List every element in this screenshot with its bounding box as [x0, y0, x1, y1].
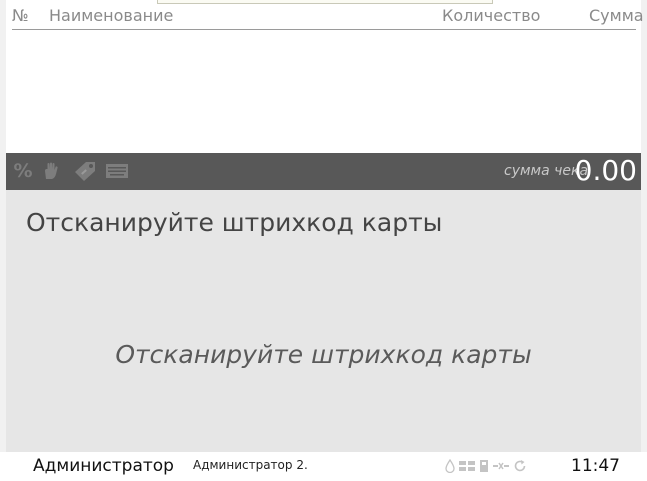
disconnected-icon — [492, 460, 510, 472]
status-bar: Администратор Администратор 2. 11:47 — [0, 452, 647, 481]
keyboard-icon[interactable] — [105, 160, 129, 182]
column-sum[interactable]: Сумма — [589, 6, 644, 25]
popup-edge — [157, 0, 493, 4]
current-user: Администратор — [33, 456, 174, 476]
scan-card-panel: Отсканируйте штрихкод карты Отсканируйте… — [6, 190, 641, 452]
receipt-total-value: 0.00 — [574, 154, 637, 187]
panel-title: Отсканируйте штрихкод карты — [26, 208, 443, 237]
clock: 11:47 — [571, 456, 620, 476]
items-table-header: № Наименование Количество Сумма — [12, 5, 644, 30]
receipt-toolbar: % сумма чека 0.00 — [6, 153, 641, 190]
column-quantity[interactable]: Количество — [442, 6, 540, 25]
frame-right — [641, 0, 647, 452]
pos-window: № Наименование Количество Сумма % сумма … — [0, 0, 647, 481]
column-number[interactable]: № — [12, 6, 29, 25]
sync-icon — [513, 459, 527, 473]
storage-icon — [479, 459, 489, 473]
tag-icon[interactable] — [72, 160, 98, 182]
column-name[interactable]: Наименование — [49, 6, 173, 25]
network-icon — [458, 460, 476, 472]
drop-icon — [445, 459, 455, 473]
scan-prompt: Отсканируйте штрихкод карты — [115, 340, 532, 369]
hand-icon[interactable] — [41, 160, 61, 182]
percent-icon[interactable]: % — [13, 160, 33, 182]
device-status-icons — [445, 458, 535, 474]
secondary-user: Администратор 2. — [193, 458, 308, 472]
